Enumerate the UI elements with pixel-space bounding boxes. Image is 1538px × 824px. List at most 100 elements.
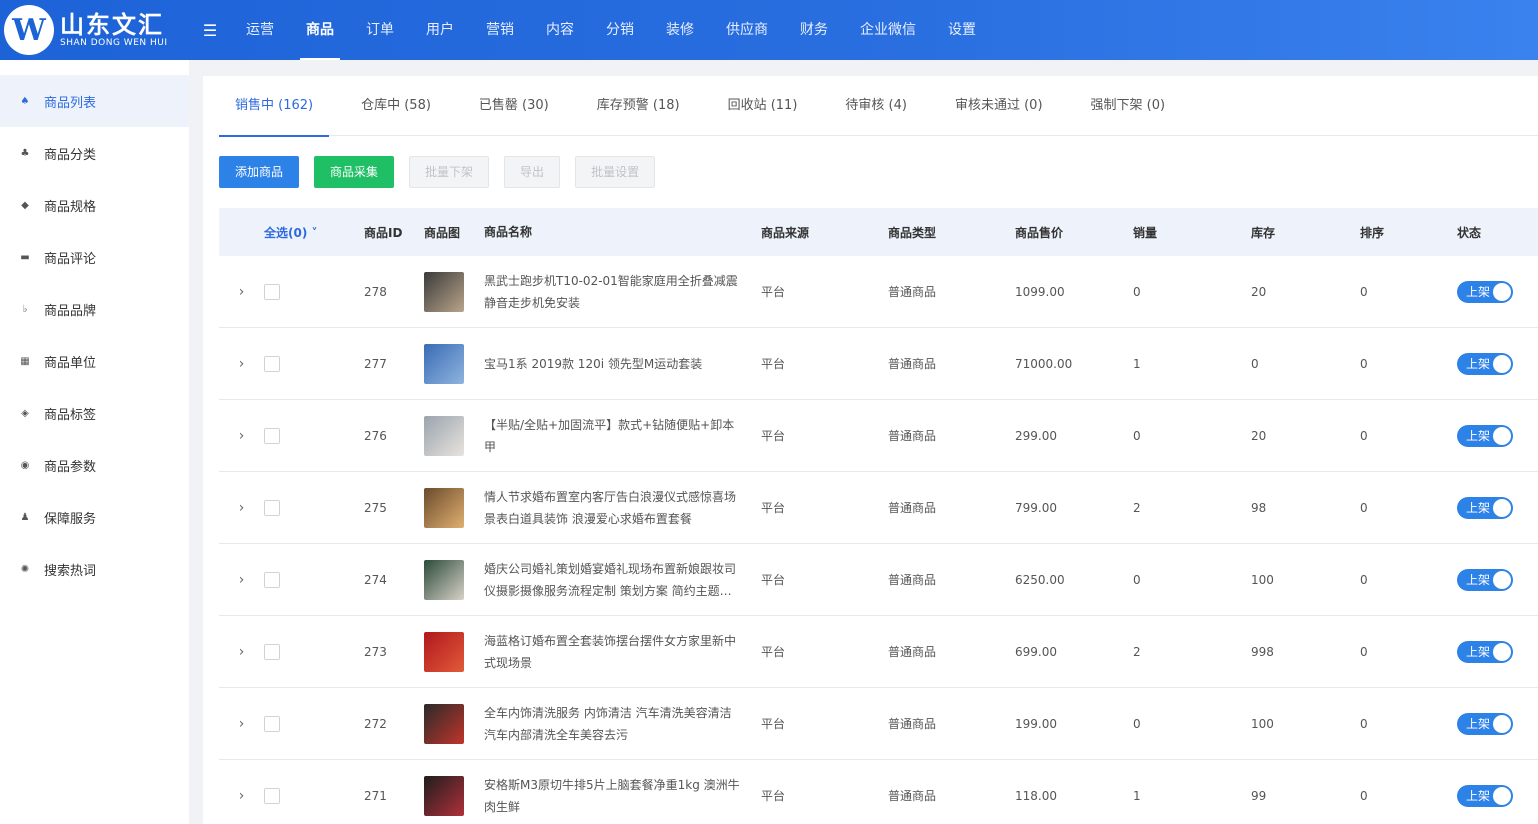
expand-chevron-icon[interactable]: › (239, 572, 245, 588)
select-all-dropdown[interactable]: 全选(0) ˅ (264, 224, 364, 241)
status-toggle-label: 上架 (1466, 500, 1491, 515)
status-toggle[interactable]: 上架 (1457, 784, 1513, 807)
status-tab[interactable]: 待审核 (4) (845, 76, 907, 136)
product-price: 799.00 (1015, 500, 1057, 515)
status-tab[interactable]: 强制下架 (0) (1091, 76, 1166, 136)
col-header-source: 商品来源 (761, 225, 810, 240)
expand-chevron-icon[interactable]: › (239, 644, 245, 660)
logo-text: 山东文汇 SHAN DONG WEN HUI (60, 12, 168, 49)
status-tab[interactable]: 销售中 (162) (219, 76, 330, 137)
add-product-button[interactable]: 添加商品 (219, 156, 300, 188)
sidebar-item[interactable]: ♣ 商品分类 (0, 127, 189, 179)
product-sales: 0 (1133, 572, 1141, 587)
sidebar-item[interactable]: ◈ 商品标签 (0, 387, 189, 439)
table-row: › 273 海蓝格订婚布置全套装饰摆台摆件女方家里新中式现场景 平台 普通商品 699.0… (219, 616, 1538, 688)
row-checkbox[interactable] (264, 715, 280, 732)
product-thumbnail[interactable] (424, 343, 464, 384)
status-toggle[interactable]: 上架 (1457, 280, 1513, 303)
nav-item[interactable]: 设置 (932, 0, 992, 60)
row-checkbox[interactable] (264, 283, 280, 300)
sidebar-item[interactable]: ▦ 商品单位 (0, 335, 189, 387)
status-tab[interactable]: 回收站 (11) (728, 76, 798, 136)
table-header: 全选(0) ˅ 商品ID 商品图 商品名称 商品来源 商品类型 商品售价 销量 … (219, 208, 1538, 256)
status-toggle[interactable]: 上架 (1457, 712, 1513, 735)
sidebar-item[interactable]: ◆ 商品规格 (0, 179, 189, 231)
product-thumbnail[interactable] (424, 487, 464, 528)
table-row: › 271 安格斯M3原切牛排5片上脑套餐净重1kg 澳洲牛肉生鲜 平台 普通商品 118… (219, 760, 1538, 824)
status-toggle[interactable]: 上架 (1457, 424, 1513, 447)
nav-item[interactable]: 供应商 (710, 0, 784, 60)
brand-logo[interactable]: W 山东文汇 SHAN DONG WEN HUI (0, 0, 190, 60)
sidebar-item-label: 商品品牌 (44, 303, 97, 319)
product-stock: 0 (1251, 356, 1259, 371)
eye-icon: ◉ (20, 459, 30, 471)
nav-item[interactable]: 运营 (230, 0, 290, 60)
nav-item[interactable]: 财务 (784, 0, 844, 60)
expand-chevron-icon[interactable]: › (239, 716, 245, 732)
product-thumbnail[interactable] (424, 271, 464, 312)
sidebar-item[interactable]: ✺ 搜索热词 (0, 543, 189, 595)
top-header: W 山东文汇 SHAN DONG WEN HUI ☰ 运营 商品 订单 用户 营销 内容分… (0, 0, 1538, 60)
status-tab[interactable]: 仓库中 (58) (361, 76, 431, 136)
toggle-knob (1493, 282, 1511, 301)
nav-item[interactable]: 企业微信 (844, 0, 932, 60)
grid-icon: ▦ (20, 355, 30, 367)
expand-chevron-icon[interactable]: › (239, 356, 245, 372)
col-header-price: 商品售价 (1015, 225, 1064, 240)
status-toggle[interactable]: 上架 (1457, 496, 1513, 519)
row-checkbox[interactable] (264, 427, 280, 444)
sidebar-item[interactable]: ◉ 商品参数 (0, 439, 189, 491)
product-thumbnail[interactable] (424, 559, 464, 600)
expand-chevron-icon[interactable]: › (239, 788, 245, 804)
product-thumbnail[interactable] (424, 415, 464, 456)
batch-settings-button[interactable]: 批量设置 (575, 156, 656, 188)
status-toggle[interactable]: 上架 (1457, 640, 1513, 663)
row-checkbox[interactable] (264, 499, 280, 516)
product-stock: 998 (1251, 644, 1274, 659)
product-price: 6250.00 (1015, 572, 1065, 587)
nav-item[interactable]: 营销 (470, 0, 530, 60)
menu-toggle-icon[interactable]: ☰ (200, 20, 220, 40)
row-checkbox[interactable] (264, 643, 280, 660)
nav-item[interactable]: 分销 (590, 0, 650, 60)
sidebar-item[interactable]: ♟ 保障服务 (0, 491, 189, 543)
export-button[interactable]: 导出 (504, 156, 561, 188)
row-checkbox[interactable] (264, 787, 280, 804)
collect-product-button[interactable]: 商品采集 (314, 156, 395, 188)
product-sort: 0 (1360, 644, 1368, 659)
product-sort: 0 (1360, 716, 1368, 731)
status-tab[interactable]: 库存预警 (18) (597, 76, 680, 136)
status-toggle-label: 上架 (1466, 644, 1491, 659)
batch-off-shelf-button[interactable]: 批量下架 (409, 156, 490, 188)
nav-item[interactable]: 装修 (650, 0, 710, 60)
main-nav: 运营 商品 订单 用户 营销 内容 分销 装修 供应商 财务 企业微信 设置 (230, 0, 992, 60)
nav-item[interactable]: 用户 (410, 0, 470, 60)
nav-item[interactable]: 商品 (290, 0, 350, 60)
product-sort: 0 (1360, 284, 1368, 299)
nav-item[interactable]: 内容 (530, 0, 590, 60)
status-toggle[interactable]: 上架 (1457, 352, 1513, 375)
status-toggle[interactable]: 上架 (1457, 568, 1513, 591)
product-thumbnail[interactable] (424, 703, 464, 744)
row-checkbox[interactable] (264, 355, 280, 372)
status-toggle-label: 上架 (1466, 356, 1491, 371)
product-name: 安格斯M3原切牛排5片上脑套餐净重1kg 澳洲牛肉生鲜 (484, 777, 740, 814)
expand-chevron-icon[interactable]: › (239, 500, 245, 516)
sidebar-item[interactable]: ▬ 商品评论 (0, 231, 189, 283)
table-row: › 277 宝马1系 2019款 120i 领先型M运动套装 平台 普通商品 71000.… (219, 328, 1538, 400)
sidebar-item[interactable]: ♭ 商品品牌 (0, 283, 189, 335)
status-tab[interactable]: 已售罄 (30) (479, 76, 549, 136)
product-thumbnail[interactable] (424, 775, 464, 816)
nav-item[interactable]: 订单 (350, 0, 410, 60)
col-header-image: 商品图 (424, 225, 461, 240)
expand-chevron-icon[interactable]: › (239, 428, 245, 444)
sidebar-item-label: 商品规格 (44, 199, 97, 215)
status-tab[interactable]: 审核未通过 (0) (955, 76, 1043, 136)
col-header-type: 商品类型 (888, 225, 937, 240)
sidebar-item[interactable]: ♠ 商品列表 (0, 75, 189, 127)
expand-chevron-icon[interactable]: › (239, 284, 245, 300)
product-price: 118.00 (1015, 788, 1057, 803)
product-sales: 1 (1133, 788, 1141, 803)
product-thumbnail[interactable] (424, 631, 464, 672)
row-checkbox[interactable] (264, 571, 280, 588)
